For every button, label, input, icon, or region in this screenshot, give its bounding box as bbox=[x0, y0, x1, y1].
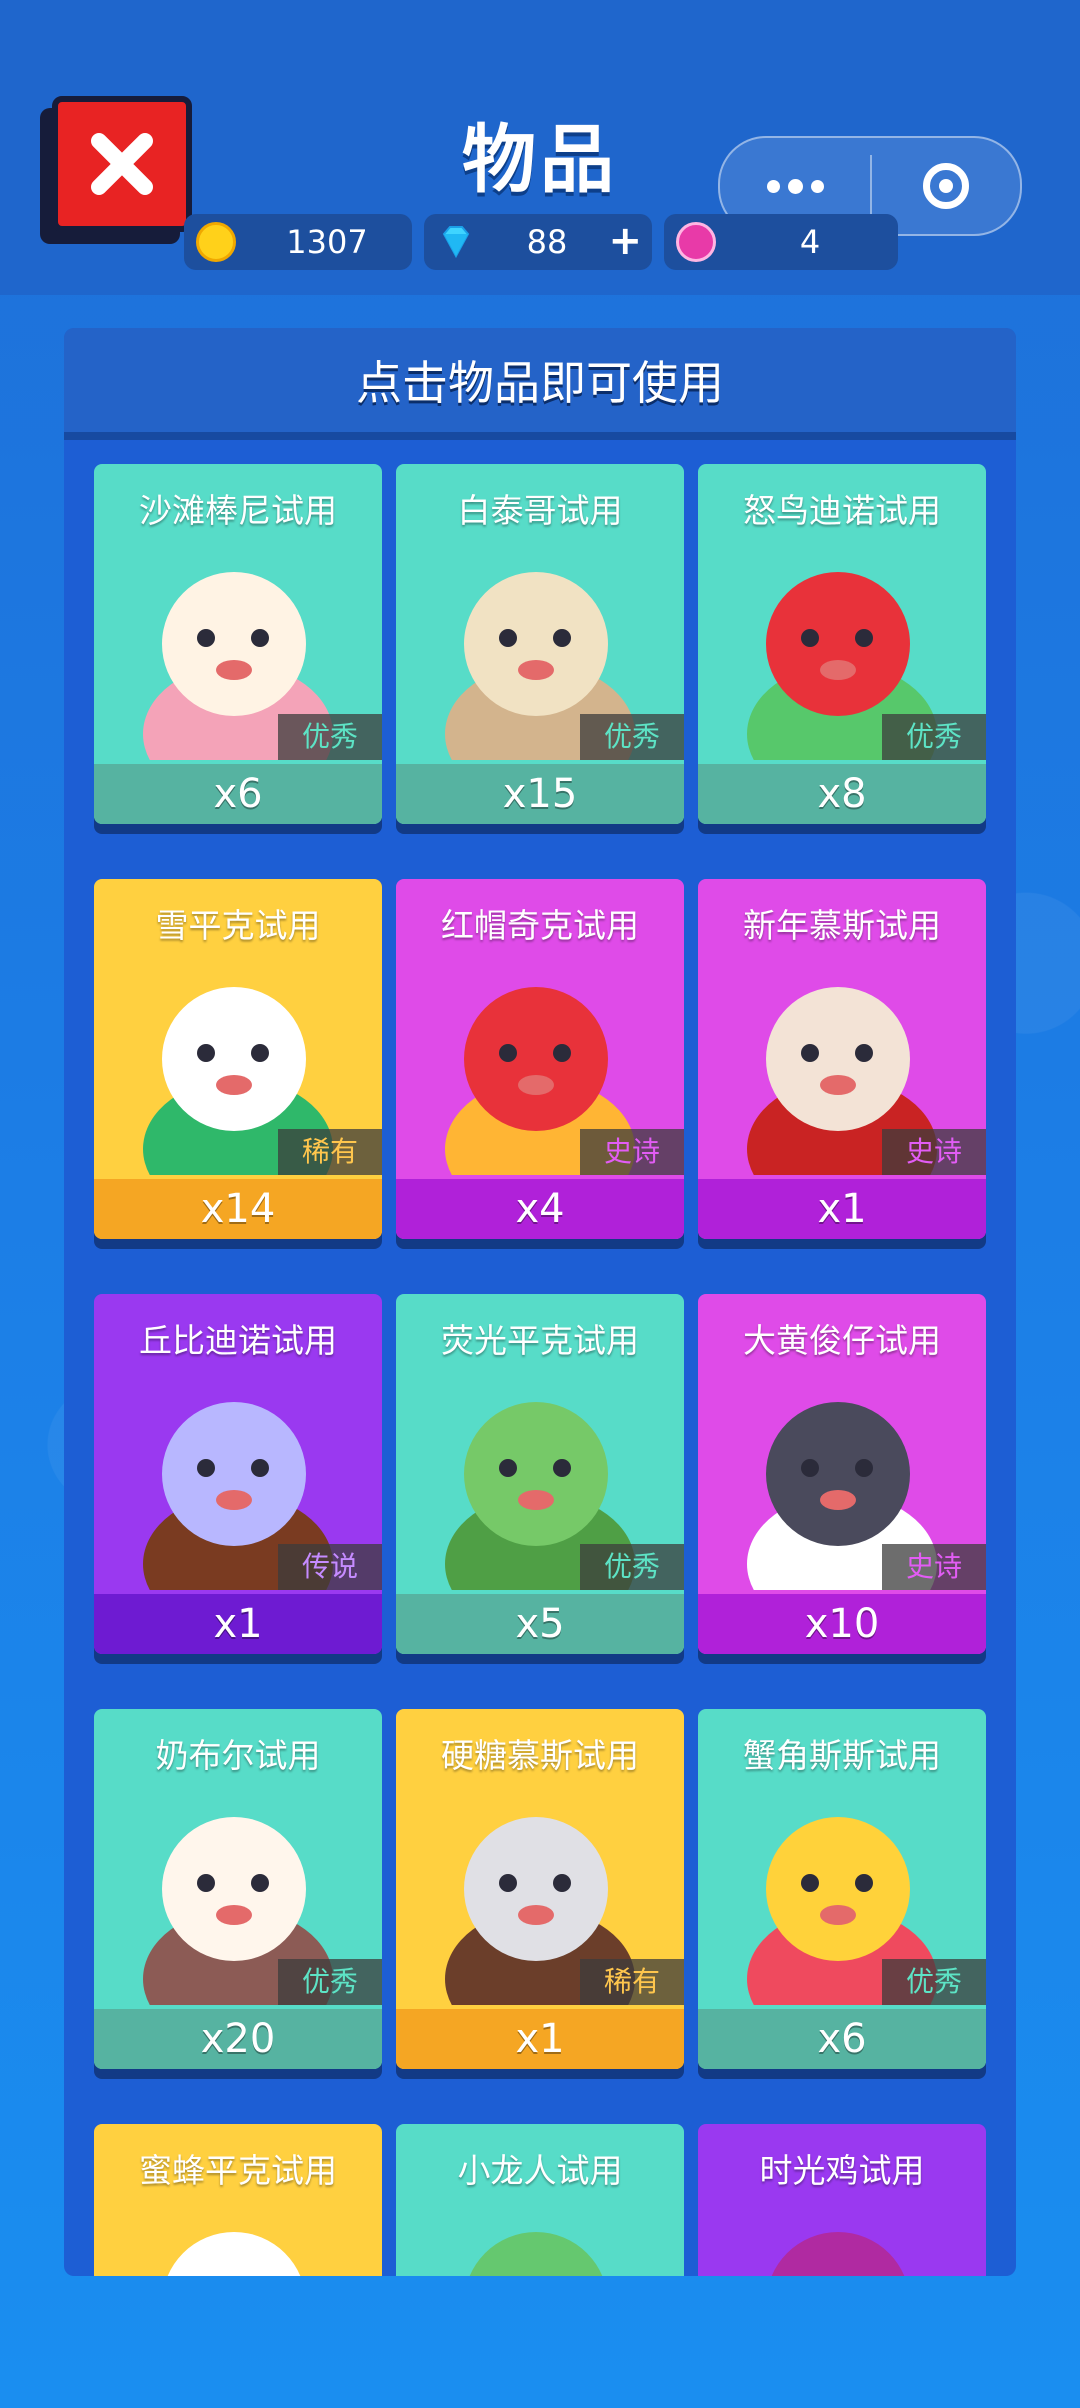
item-name: 沙滩棒尼试用 bbox=[139, 491, 337, 530]
item-card[interactable]: 蜜蜂平克试用 bbox=[94, 2124, 382, 2276]
diamond-icon bbox=[442, 226, 470, 259]
item-name: 时光鸡试用 bbox=[759, 2151, 925, 2190]
character-portrait-icon bbox=[771, 2232, 905, 2276]
rarity-badge: 稀有 bbox=[580, 1959, 684, 2005]
rarity-badge: 优秀 bbox=[882, 1959, 986, 2005]
token-counter: 4 bbox=[664, 214, 898, 270]
item-count: x14 bbox=[94, 1179, 382, 1239]
item-card[interactable]: 大黄俊仔试用史诗 x10 bbox=[698, 1294, 986, 1654]
item-name: 丘比迪诺试用 bbox=[139, 1321, 337, 1360]
item-card[interactable]: 时光鸡试用 bbox=[698, 2124, 986, 2276]
token-value: 4 bbox=[799, 223, 821, 261]
character-portrait-icon bbox=[167, 2232, 301, 2276]
item-card[interactable]: 怒鸟迪诺试用优秀 x8 bbox=[698, 464, 986, 824]
item-count: x4 bbox=[396, 1179, 684, 1239]
item-name: 红帽奇克试用 bbox=[441, 906, 639, 945]
item-name: 怒鸟迪诺试用 bbox=[743, 491, 941, 530]
item-name: 雪平克试用 bbox=[155, 906, 321, 945]
rarity-badge: 优秀 bbox=[882, 714, 986, 760]
item-name: 蜜蜂平克试用 bbox=[139, 2151, 337, 2190]
item-card[interactable]: 红帽奇克试用史诗 x4 bbox=[396, 879, 684, 1239]
item-card[interactable]: 蟹角斯斯试用优秀 x6 bbox=[698, 1709, 986, 2069]
item-card[interactable]: 丘比迪诺试用传说 x1 bbox=[94, 1294, 382, 1654]
item-name: 奶布尔试用 bbox=[155, 1736, 321, 1775]
character-portrait-icon bbox=[469, 2232, 603, 2276]
item-card[interactable]: 沙滩棒尼试用优秀 x6 bbox=[94, 464, 382, 824]
diamond-value: 88 bbox=[526, 223, 568, 261]
item-name: 荧光平克试用 bbox=[441, 1321, 639, 1360]
item-name: 白泰哥试用 bbox=[457, 491, 623, 530]
item-card[interactable]: 奶布尔试用优秀 x20 bbox=[94, 1709, 382, 2069]
exit-mini-program-button[interactable] bbox=[872, 163, 1020, 209]
item-count: x6 bbox=[94, 764, 382, 824]
item-card[interactable]: 新年慕斯试用史诗 x1 bbox=[698, 879, 986, 1239]
item-card[interactable]: 白泰哥试用优秀 x15 bbox=[396, 464, 684, 824]
item-card[interactable]: 小龙人试用 bbox=[396, 2124, 684, 2276]
rarity-badge: 传说 bbox=[278, 1544, 382, 1590]
item-card[interactable]: 荧光平克试用优秀 x5 bbox=[396, 1294, 684, 1654]
item-count: x6 bbox=[698, 2009, 986, 2069]
rarity-badge: 史诗 bbox=[580, 1129, 684, 1175]
item-card[interactable]: 硬糖慕斯试用稀有 x1 bbox=[396, 1709, 684, 2069]
item-count: x5 bbox=[396, 1594, 684, 1654]
gold-coin-value: 1307 bbox=[286, 223, 368, 261]
item-count: x20 bbox=[94, 2009, 382, 2069]
rarity-badge: 优秀 bbox=[580, 714, 684, 760]
gold-coin-counter: 1307 bbox=[184, 214, 412, 270]
item-card[interactable]: 雪平克试用稀有 x14 bbox=[94, 879, 382, 1239]
item-name: 小龙人试用 bbox=[457, 2151, 623, 2190]
rarity-badge: 优秀 bbox=[580, 1544, 684, 1590]
rarity-badge: 优秀 bbox=[278, 714, 382, 760]
item-name: 大黄俊仔试用 bbox=[743, 1321, 941, 1360]
diamond-counter: 88 + bbox=[424, 214, 652, 270]
add-diamond-button[interactable]: + bbox=[608, 218, 642, 264]
item-name: 新年慕斯试用 bbox=[743, 906, 941, 945]
item-count: x8 bbox=[698, 764, 986, 824]
items-panel: 点击物品即可使用 沙滩棒尼试用 优秀 x6 白泰哥试用 优秀 x15 怒鸟迪诺试用 优秀 x8 雪… bbox=[64, 328, 1016, 2276]
more-dot-icon bbox=[810, 179, 824, 193]
item-count: x1 bbox=[396, 2009, 684, 2069]
more-dot-icon bbox=[787, 178, 803, 194]
item-name: 蟹角斯斯试用 bbox=[743, 1736, 941, 1775]
panel-title: 点击物品即可使用 bbox=[64, 328, 1016, 440]
target-icon bbox=[923, 163, 969, 209]
rarity-badge: 史诗 bbox=[882, 1129, 986, 1175]
item-count: x15 bbox=[396, 764, 684, 824]
more-menu-button[interactable] bbox=[720, 178, 870, 194]
item-count: x1 bbox=[698, 1179, 986, 1239]
item-name: 硬糖慕斯试用 bbox=[441, 1736, 639, 1775]
rarity-badge: 史诗 bbox=[882, 1544, 986, 1590]
token-icon bbox=[676, 222, 716, 262]
item-count: x1 bbox=[94, 1594, 382, 1654]
rarity-badge: 优秀 bbox=[278, 1959, 382, 2005]
more-dot-icon bbox=[766, 179, 780, 193]
rarity-badge: 稀有 bbox=[278, 1129, 382, 1175]
gold-coin-icon bbox=[196, 222, 236, 262]
item-count: x10 bbox=[698, 1594, 986, 1654]
